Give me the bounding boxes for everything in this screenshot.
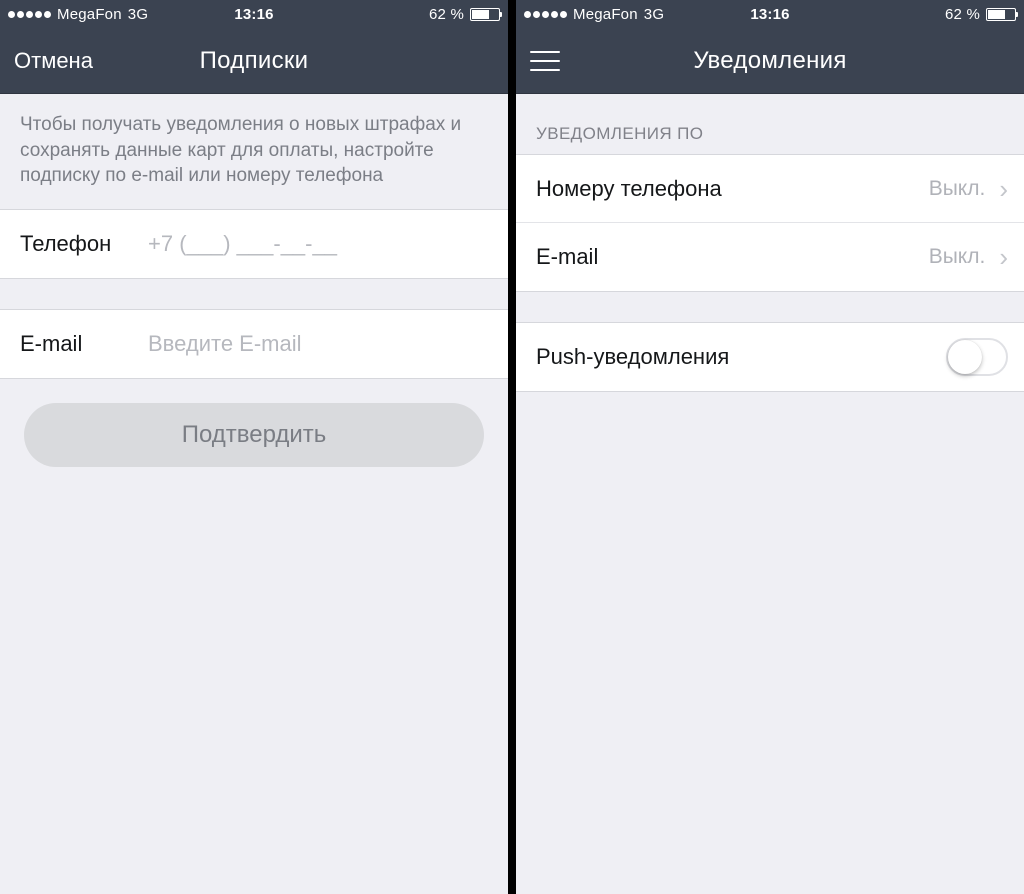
- row-phone-notifications[interactable]: Номеру телефона Выкл. ›: [516, 155, 1024, 223]
- push-group: Push-уведомления: [516, 322, 1024, 392]
- email-field-group: E-mail: [0, 309, 508, 379]
- row-value: Выкл.: [929, 245, 986, 269]
- signal-dots-icon: [524, 11, 567, 18]
- chevron-right-icon: ›: [995, 176, 1008, 202]
- row-value: Выкл.: [929, 177, 986, 201]
- nav-bar: Отмена Подписки: [0, 28, 508, 94]
- push-toggle[interactable]: [946, 338, 1008, 376]
- content-area: УВЕДОМЛЕНИЯ ПО Номеру телефона Выкл. › E…: [516, 94, 1024, 894]
- page-title: Подписки: [200, 47, 309, 75]
- row-label: Push-уведомления: [536, 344, 936, 370]
- phone-label: Телефон: [20, 231, 130, 257]
- status-bar: MegaFon 3G 13:16 62 %: [516, 0, 1024, 28]
- menu-icon[interactable]: [530, 51, 560, 71]
- phone-input[interactable]: [148, 231, 488, 257]
- email-input[interactable]: [148, 331, 488, 357]
- screen-notifications: MegaFon 3G 13:16 62 % Уведомления УВЕДОМ…: [508, 0, 1024, 894]
- phone-cell[interactable]: Телефон: [0, 210, 508, 278]
- confirm-button[interactable]: Подтвердить: [24, 403, 484, 467]
- network-label: 3G: [128, 6, 148, 23]
- email-cell[interactable]: E-mail: [0, 310, 508, 378]
- clock-label: 13:16: [750, 6, 789, 23]
- notifications-group: Номеру телефона Выкл. › E-mail Выкл. ›: [516, 154, 1024, 292]
- chevron-right-icon: ›: [995, 244, 1008, 270]
- signal-dots-icon: [8, 11, 51, 18]
- toggle-knob-icon: [948, 340, 982, 374]
- email-label: E-mail: [20, 331, 130, 357]
- row-email-notifications[interactable]: E-mail Выкл. ›: [516, 223, 1024, 291]
- network-label: 3G: [644, 6, 664, 23]
- row-label: E-mail: [536, 244, 919, 270]
- nav-bar: Уведомления: [516, 28, 1024, 94]
- row-push-notifications: Push-уведомления: [516, 323, 1024, 391]
- clock-label: 13:16: [234, 6, 273, 23]
- battery-percent: 62 %: [429, 6, 464, 23]
- carrier-label: MegaFon: [57, 6, 122, 23]
- screen-subscriptions: MegaFon 3G 13:16 62 % Отмена Подписки Чт…: [0, 0, 508, 894]
- intro-text: Чтобы получать уведомления о новых штраф…: [0, 94, 508, 209]
- battery-icon: [986, 8, 1016, 21]
- section-header: УВЕДОМЛЕНИЯ ПО: [516, 94, 1024, 154]
- row-label: Номеру телефона: [536, 176, 919, 202]
- content-area: Чтобы получать уведомления о новых штраф…: [0, 94, 508, 894]
- status-bar: MegaFon 3G 13:16 62 %: [0, 0, 508, 28]
- phone-field-group: Телефон: [0, 209, 508, 279]
- page-title: Уведомления: [693, 47, 846, 75]
- battery-percent: 62 %: [945, 6, 980, 23]
- carrier-label: MegaFon: [573, 6, 638, 23]
- cancel-button[interactable]: Отмена: [14, 48, 104, 74]
- battery-icon: [470, 8, 500, 21]
